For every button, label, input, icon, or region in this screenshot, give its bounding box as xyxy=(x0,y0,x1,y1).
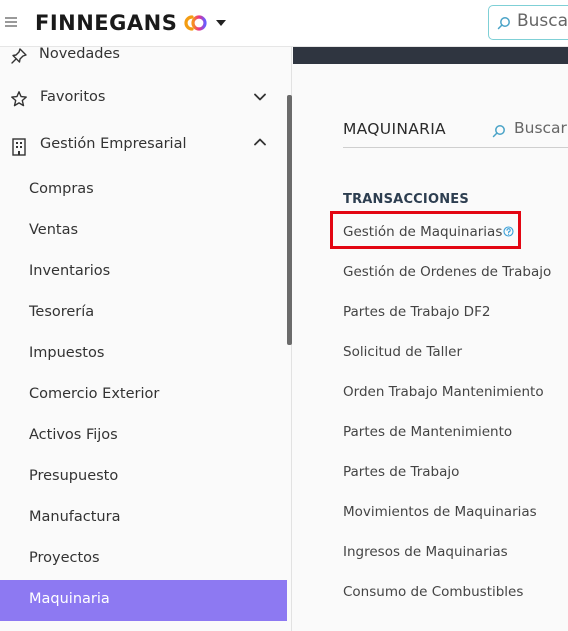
group-title: TRANSACCIONES xyxy=(343,192,469,207)
sidebar-item-label: Activos Fijos xyxy=(29,427,118,443)
link-orden-trabajo-mantenimiento[interactable]: Orden Trabajo Mantenimiento xyxy=(343,384,544,400)
link-ingresos-de-maquinarias[interactable]: Ingresos de Maquinarias xyxy=(343,544,508,560)
sidebar-item-label: Novedades xyxy=(39,46,120,62)
brand-name[interactable]: FINNEGANS xyxy=(35,9,177,37)
sidebar-item-label: Impuestos xyxy=(29,345,105,361)
highlight-box xyxy=(330,211,521,249)
header-band xyxy=(293,47,568,64)
sidebar-item-novedades[interactable]: Novedades xyxy=(0,35,287,76)
sidebar-item-favoritos[interactable]: Favoritos xyxy=(0,78,287,119)
sidebar-item-label: Comercio Exterior xyxy=(29,386,160,402)
link-movimientos-de-maquinarias[interactable]: Movimientos de Maquinarias xyxy=(343,504,537,520)
main-panel: MAQUINARIA Buscar TRANSACCIONES Gestión … xyxy=(293,47,568,631)
link-solicitud-de-taller[interactable]: Solicitud de Taller xyxy=(343,344,462,360)
sidebar-item-manufactura[interactable]: Manufactura xyxy=(0,498,287,539)
sidebar-item-label: Proyectos xyxy=(29,550,100,566)
global-search-input[interactable]: Buscar xyxy=(488,5,568,40)
brand-dropdown-icon[interactable] xyxy=(216,20,226,26)
sidebar-item-label: Maquinaria xyxy=(29,591,110,607)
menu-icon[interactable] xyxy=(5,17,17,27)
sidebar-item-compras[interactable]: Compras xyxy=(0,170,287,211)
sidebar-item-impuestos[interactable]: Impuestos xyxy=(0,334,287,375)
sidebar-item-inventarios[interactable]: Inventarios xyxy=(0,252,287,293)
sidebar-item-comercio-exterior[interactable]: Comercio Exterior xyxy=(0,375,287,416)
sidebar-item-activos-fijos[interactable]: Activos Fijos xyxy=(0,416,287,457)
sidebar-item-label: Gestión Empresarial xyxy=(40,136,187,152)
link-gestion-de-ordenes-de-trabajo[interactable]: Gestión de Ordenes de Trabajo xyxy=(343,264,551,280)
sidebar-item-label: Compras xyxy=(29,181,94,197)
sidebar-item-proyectos[interactable]: Proyectos xyxy=(0,539,287,580)
link-partes-de-trabajo-df2[interactable]: Partes de Trabajo DF2 xyxy=(343,304,490,320)
sidebar-item-tesoreria[interactable]: Tesorería xyxy=(0,293,287,334)
link-consumo-de-combustibles[interactable]: Consumo de Combustibles xyxy=(343,584,523,600)
sidebar-item-label: Inventarios xyxy=(29,263,111,279)
finnegans-logo-icon xyxy=(184,15,207,31)
sidebar-item-label: Manufactura xyxy=(29,509,121,525)
sidebar-item-label: Favoritos xyxy=(40,89,106,105)
global-search-placeholder: Buscar xyxy=(517,11,568,31)
sidebar-item-label: Tesorería xyxy=(29,304,95,320)
search-icon xyxy=(497,17,510,30)
link-partes-de-mantenimiento[interactable]: Partes de Mantenimiento xyxy=(343,424,512,440)
search-icon[interactable] xyxy=(492,124,506,138)
star-icon xyxy=(11,91,27,107)
sidebar-item-label: Ventas xyxy=(29,222,79,238)
module-card: MAQUINARIA Buscar TRANSACCIONES Gestión … xyxy=(293,64,568,631)
divider xyxy=(343,147,568,148)
sidebar-item-label: Presupuesto xyxy=(29,468,119,484)
link-partes-de-trabajo[interactable]: Partes de Trabajo xyxy=(343,464,459,480)
chevron-down-icon[interactable] xyxy=(253,92,267,102)
module-search-input[interactable]: Buscar xyxy=(514,119,567,137)
chevron-up-icon[interactable] xyxy=(253,137,267,147)
sidebar-scrollbar[interactable] xyxy=(287,95,292,345)
sidebar-item-presupuesto[interactable]: Presupuesto xyxy=(0,457,287,498)
sidebar: Novedades Favoritos Gestión Empresarial … xyxy=(0,46,292,631)
module-title: MAQUINARIA xyxy=(343,120,446,138)
pin-icon xyxy=(11,48,27,64)
building-icon xyxy=(12,138,26,156)
sidebar-item-maquinaria[interactable]: Maquinaria xyxy=(0,580,287,621)
sidebar-item-gestion-empresarial[interactable]: Gestión Empresarial xyxy=(0,125,287,166)
sidebar-item-ventas[interactable]: Ventas xyxy=(0,211,287,252)
